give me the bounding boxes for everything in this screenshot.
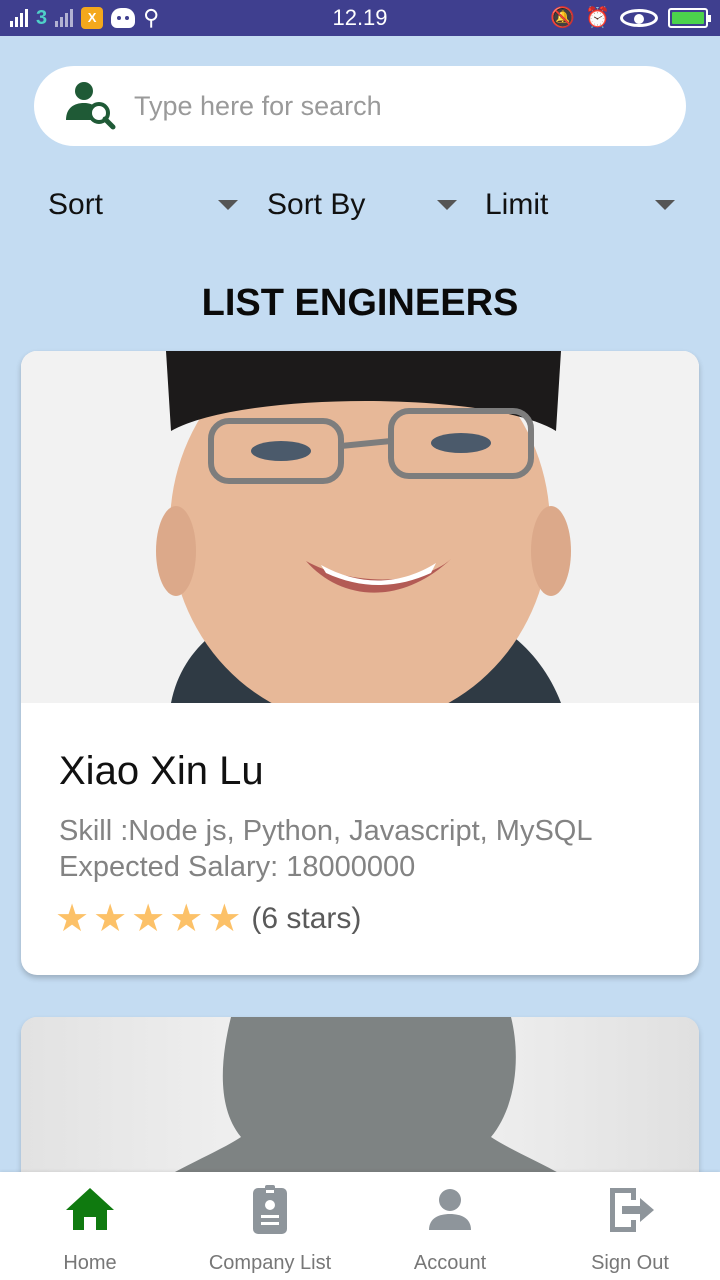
stars-count: (6 stars)	[251, 902, 362, 935]
engineer-name: Xiao Xin Lu	[59, 749, 264, 793]
sign-out-icon	[610, 1188, 654, 1232]
limit-label: Limit	[485, 188, 549, 221]
engineer-card[interactable]: Xiao Xin Lu Skill :Node js, Python, Java…	[21, 351, 699, 975]
muted-bell-icon: 🔕	[550, 7, 576, 29]
nav-account[interactable]: Account	[360, 1172, 540, 1280]
chevron-down-icon	[218, 200, 238, 210]
eye-comfort-icon	[620, 9, 658, 27]
engineer-photo	[21, 351, 699, 703]
company-badge-icon	[253, 1185, 287, 1234]
status-right: 🔕 ⏰	[550, 6, 711, 30]
sort-by-label: Sort By	[267, 188, 366, 221]
user-search-icon	[66, 82, 116, 130]
nav-account-label: Account	[413, 1252, 487, 1274]
sort-label: Sort	[48, 188, 104, 221]
home-icon	[66, 1188, 114, 1230]
star-icon: ★	[131, 898, 166, 940]
search-input[interactable]	[134, 84, 654, 128]
filter-row: Sort Sort By Limit	[30, 184, 690, 230]
nav-company-list-label: Company List	[208, 1252, 332, 1274]
nav-sign-out-label: Sign Out	[591, 1252, 669, 1274]
search-bar[interactable]	[34, 66, 686, 146]
engineer-rating: ★ ★ ★ ★ ★ (6 stars)	[55, 899, 361, 939]
nav-home-label: Home	[63, 1252, 117, 1274]
nav-home[interactable]: Home	[0, 1172, 180, 1280]
star-icon: ★	[93, 898, 128, 940]
status-bar: 3 X ⚲ 12.19 🔕 ⏰	[0, 0, 720, 36]
page-title: LIST ENGINEERS	[201, 282, 519, 324]
nav-company-list[interactable]: Company List	[180, 1172, 360, 1280]
limit-dropdown[interactable]: Limit	[467, 184, 677, 230]
battery-icon	[668, 8, 711, 28]
sort-by-dropdown[interactable]: Sort By	[249, 184, 459, 230]
sort-dropdown[interactable]: Sort	[30, 184, 240, 230]
engineer-salary: Expected Salary: 18000000	[59, 851, 416, 883]
star-icon: ★	[169, 898, 204, 940]
alarm-icon: ⏰	[585, 7, 610, 29]
chevron-down-icon	[437, 200, 457, 210]
engineer-skill: Skill :Node js, Python, Javascript, MySQ…	[59, 815, 593, 847]
star-icon: ★	[55, 898, 90, 940]
chevron-down-icon	[655, 200, 675, 210]
nav-sign-out[interactable]: Sign Out	[540, 1172, 720, 1280]
account-icon	[429, 1189, 471, 1230]
bottom-navigation: Home Company List Account Sign Out	[0, 1172, 720, 1280]
star-icon: ★	[207, 898, 242, 940]
